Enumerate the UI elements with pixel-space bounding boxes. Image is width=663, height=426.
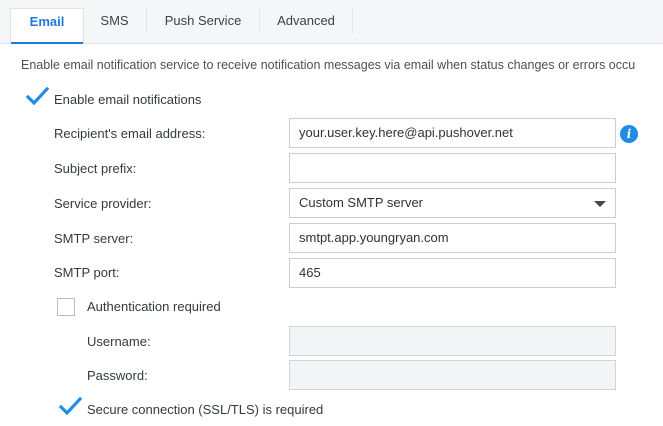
enable-email-label: Enable email notifications [54,92,202,107]
checkmark-icon [26,86,50,106]
secure-connection-label: Secure connection (SSL/TLS) is required [87,402,324,417]
info-icon[interactable]: i [620,125,638,143]
enable-email-checkbox[interactable] [24,86,50,108]
service-provider-select[interactable]: Custom SMTP server [289,188,616,218]
smtp-server-field[interactable]: smtpt.app.youngryan.com [289,223,616,253]
smtp-server-label: SMTP server: [54,231,134,246]
smtp-port-label: SMTP port: [54,265,120,280]
password-field[interactable] [289,360,616,390]
chevron-down-icon [594,201,606,207]
service-provider-label: Service provider: [54,196,152,211]
subject-prefix-label: Subject prefix: [54,161,137,176]
recipient-email-field[interactable]: your.user.key.here@api.pushover.net [289,118,616,148]
tab-bar: Email SMS Push Service Advanced [0,0,663,44]
service-provider-value: Custom SMTP server [299,195,424,210]
tab-email[interactable]: Email [10,8,84,44]
tab-advanced[interactable]: Advanced [260,8,352,42]
username-field[interactable] [289,326,616,356]
auth-required-checkbox[interactable] [57,298,75,316]
auth-required-label: Authentication required [87,299,221,314]
description-text: Enable email notification service to rec… [21,58,636,72]
checkmark-icon [59,396,83,416]
recipient-label: Recipient's email address: [54,126,206,141]
password-label: Password: [87,368,148,383]
subject-prefix-field[interactable] [289,153,616,183]
tab-push-service[interactable]: Push Service [147,8,259,42]
smtp-port-field[interactable]: 465 [289,258,616,288]
secure-connection-checkbox[interactable] [57,396,83,418]
tab-sms[interactable]: SMS [83,8,146,42]
username-label: Username: [87,334,151,349]
tab-divider [352,8,353,34]
